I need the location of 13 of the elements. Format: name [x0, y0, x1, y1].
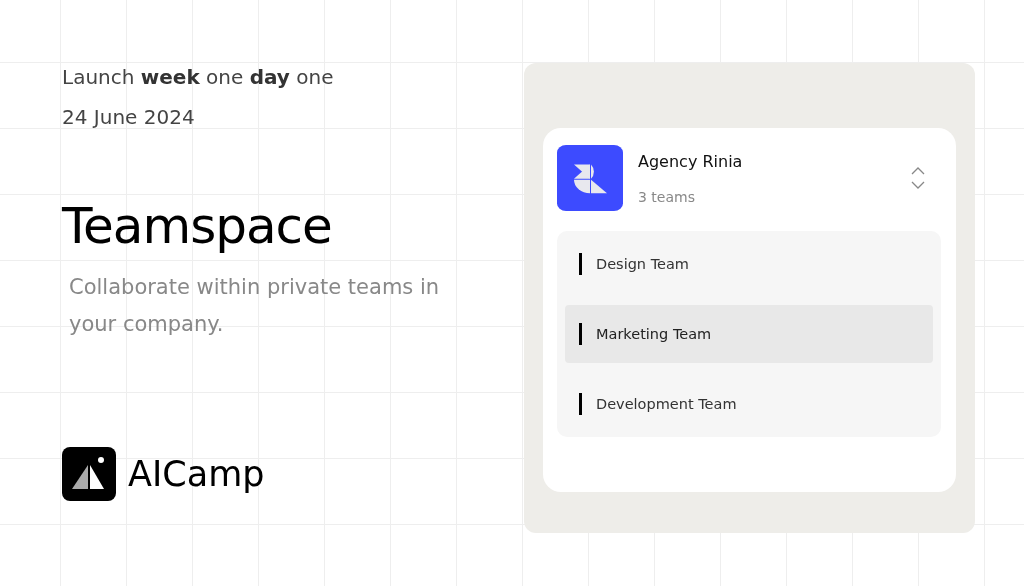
- brand-name: AICamp: [128, 454, 265, 494]
- chevron-up-down-icon[interactable]: [911, 166, 925, 190]
- page-title: Teamspace: [62, 196, 333, 257]
- launch-date: 24 June 2024: [62, 104, 196, 131]
- launch-headline: Launch week one day one: [62, 64, 335, 91]
- workspace-logo-icon: [557, 145, 623, 211]
- workspace-name: Agency Rinia: [638, 151, 744, 171]
- team-count: 3 teams: [638, 188, 696, 205]
- team-item[interactable]: Marketing Team: [565, 305, 933, 363]
- logo-icon: [62, 447, 116, 501]
- subtitle: Collaborate within private teams in your company.: [69, 274, 441, 338]
- team-item[interactable]: Design Team: [565, 235, 933, 293]
- team-item[interactable]: Development Team: [565, 375, 933, 433]
